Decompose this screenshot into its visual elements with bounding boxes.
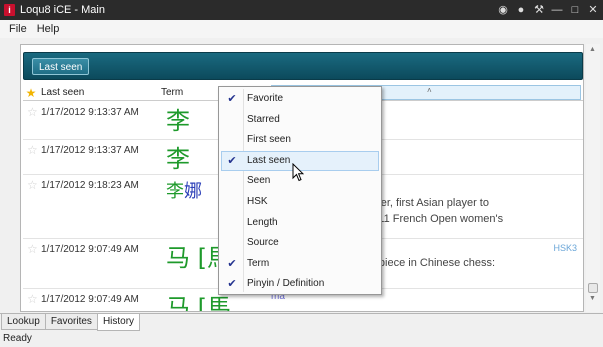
title-bar: i Loqu8 iCE - Main ◉ ● ⚒ — □ ✕ — [0, 0, 603, 20]
term-text: 李娜 — [166, 181, 202, 202]
sort-by-button[interactable]: Last seen — [32, 58, 90, 75]
menu-item-length[interactable]: Length — [219, 213, 381, 234]
last-seen-time: 1/17/2012 9:13:37 AM — [41, 145, 139, 156]
last-seen-time: 1/17/2012 9:07:49 AM — [41, 294, 139, 305]
camera-icon[interactable]: ◉ — [497, 3, 509, 17]
tab-favorites[interactable]: Favorites — [44, 314, 98, 330]
menu-item-label: HSK — [247, 195, 268, 207]
checkmark-icon: ✔ — [227, 93, 237, 105]
menu-item-starred[interactable]: Starred — [219, 110, 381, 131]
title-controls: ◉ ● ⚒ — □ ✕ — [497, 3, 599, 17]
menu-item-label: Last seen — [247, 154, 291, 166]
minimize-icon[interactable]: — — [551, 3, 563, 17]
close-icon[interactable]: ✕ — [587, 3, 599, 17]
menu-item-label: Term — [247, 257, 270, 269]
wrench-icon[interactable]: ⚒ — [533, 3, 545, 17]
window-title: Loqu8 iCE - Main — [20, 4, 105, 16]
menu-item-first-seen[interactable]: First seen — [219, 130, 381, 151]
bottom-tabs: Lookup Favorites History — [0, 313, 603, 331]
tab-history[interactable]: History — [96, 314, 141, 331]
scroll-up-icon[interactable]: ▲ — [589, 46, 596, 53]
scroll-thumb[interactable] — [588, 283, 598, 293]
checkmark-icon: ✔ — [227, 278, 237, 291]
column-header-term[interactable]: Term — [161, 87, 211, 98]
menu-item-source[interactable]: Source — [219, 233, 381, 254]
menu-item-hsk[interactable]: HSK — [219, 192, 381, 213]
vertical-scrollbar[interactable]: ▲ ▼ — [586, 44, 600, 312]
star-icon[interactable]: ☆ — [27, 243, 38, 255]
maximize-icon[interactable]: □ — [569, 3, 581, 17]
term-text: 李 — [166, 107, 190, 135]
menu-item-pinyin-definition[interactable]: ✔ Pinyin / Definition — [219, 274, 381, 295]
scroll-down-icon[interactable]: ▼ — [589, 295, 596, 302]
star-icon[interactable]: ☆ — [27, 106, 38, 118]
menu-item-label: Starred — [247, 113, 280, 125]
last-seen-time: 1/17/2012 9:13:37 AM — [41, 107, 139, 118]
sort-banner: Last seen — [23, 52, 583, 80]
star-icon[interactable]: ☆ — [27, 144, 38, 156]
checkmark-icon: ✔ — [227, 257, 237, 270]
menu-item-favorite[interactable]: ✔ Favorite — [219, 89, 381, 110]
menu-item-label: Length — [247, 216, 278, 228]
sort-arrow-icon: ˄ — [427, 86, 432, 95]
checkmark-icon: ✔ — [227, 154, 237, 167]
app-icon: i — [4, 4, 15, 16]
mouse-cursor-icon — [292, 163, 304, 182]
last-seen-time: 1/17/2012 9:18:23 AM — [41, 180, 139, 191]
column-context-menu: ✔ Favorite Starred First seen ✔ Last seen Seen… — [218, 86, 382, 295]
menu-file[interactable]: File — [4, 23, 32, 35]
star-icon[interactable]: ☆ — [27, 293, 38, 305]
menu-item-label: First seen — [247, 134, 291, 146]
menu-bar: File Help — [0, 20, 603, 38]
term-text: 马 [馬 — [166, 294, 231, 312]
tab-lookup[interactable]: Lookup — [1, 314, 46, 330]
hsk-level-badge: HSK3 — [553, 243, 577, 253]
menu-item-label: Pinyin / Definition — [247, 278, 325, 290]
term-text: 李 — [166, 145, 190, 173]
menu-item-label: Seen — [247, 175, 271, 187]
column-header-last-seen[interactable]: Last seen — [39, 87, 161, 98]
star-column-icon[interactable]: ★ — [23, 86, 39, 100]
last-seen-time: 1/17/2012 9:07:49 AM — [41, 244, 139, 255]
menu-item-term[interactable]: ✔ Term — [219, 254, 381, 275]
menu-item-label: Source — [247, 237, 279, 249]
star-icon[interactable]: ☆ — [27, 179, 38, 191]
speech-bubble-icon[interactable]: ● — [515, 3, 527, 17]
status-bar: Ready — [0, 331, 603, 347]
menu-help[interactable]: Help — [32, 23, 65, 35]
menu-item-label: Favorite — [247, 93, 284, 104]
